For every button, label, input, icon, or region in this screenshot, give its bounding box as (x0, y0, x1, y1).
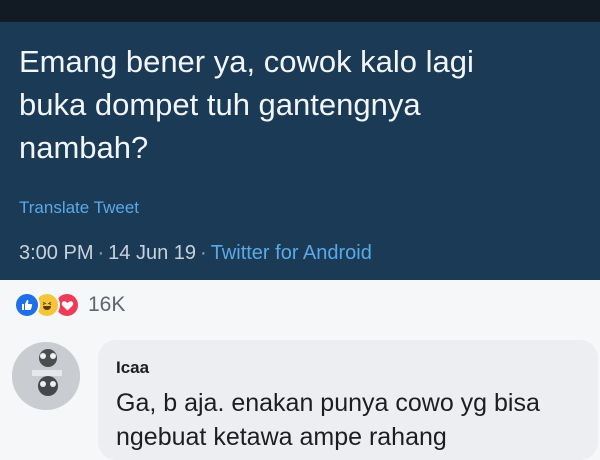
reaction-count: 16K (88, 293, 126, 316)
separator: · (200, 242, 207, 264)
translate-tweet-link[interactable]: Translate Tweet (19, 198, 139, 218)
tweet-time: 3:00 PM (19, 242, 94, 264)
comment: Icaa Ga, b aja. enakan punya cowo yg bis… (12, 340, 598, 460)
tweet-text: Emang bener ya, cowok kalo lagi buka dom… (19, 44, 474, 165)
tweet-date: 14 Jun 19 (108, 242, 197, 264)
like-icon (14, 292, 40, 318)
separator: · (97, 242, 105, 264)
comment-bubble: Icaa Ga, b aja. enakan punya cowo yg bis… (98, 340, 598, 460)
comment-author[interactable]: Icaa (116, 358, 149, 378)
top-status-bar (0, 0, 600, 22)
tweet-card: Emang bener ya, cowok kalo lagi buka dom… (0, 22, 600, 280)
comment-text: Ga, b aja. enakan punya cowo yg bisa nge… (116, 389, 540, 451)
tweet-metadata: 3:00 PM · 14 Jun 19 · Twitter for Android (19, 242, 372, 265)
avatar[interactable] (12, 342, 80, 410)
tweet-client-link[interactable]: Twitter for Android (211, 242, 372, 264)
reactions-summary[interactable]: 16K (14, 292, 125, 318)
